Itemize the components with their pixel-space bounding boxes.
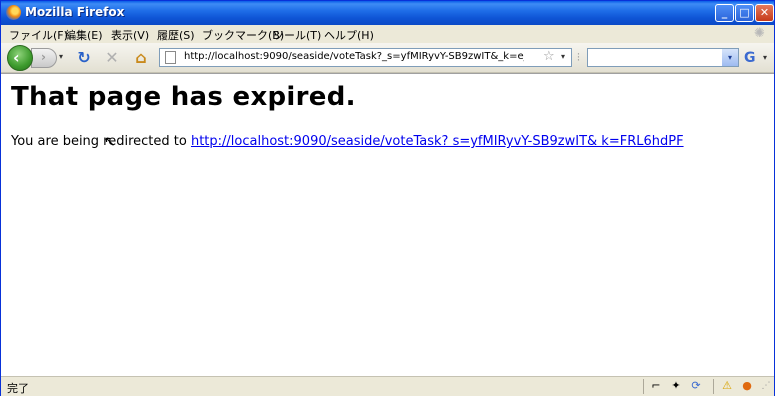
search-engine-dropdown-icon[interactable]: ▾ [763, 53, 767, 62]
page-content: That page has expired. You are being red… [1, 73, 774, 376]
warning-icon[interactable]: ⚠ [719, 379, 735, 393]
menu-bar: ファイル(F) 編集(E) 表示(V) 履歴(S) ブックマーク(B) ツール(… [1, 25, 774, 43]
title-bar[interactable]: Mozilla Firefox _ □ ✕ [1, 1, 774, 25]
menu-tools[interactable]: ツール(T) [273, 27, 321, 43]
page-icon [165, 51, 176, 64]
menu-history[interactable]: 履歴(S) [157, 27, 195, 43]
status-divider [643, 379, 644, 394]
google-search-icon[interactable]: G [744, 50, 756, 66]
home-icon[interactable]: ⌂ [131, 48, 151, 68]
firefox-icon [6, 5, 21, 20]
toolbar-splitter[interactable]: ⫶ [577, 51, 580, 65]
menu-view[interactable]: 表示(V) [111, 27, 149, 43]
status-text: 完了 [7, 382, 29, 395]
status-bar: 完了 ⌐ ✦ ⟳ ⚠ ● ⋰ [1, 376, 774, 396]
back-button[interactable]: ‹ [7, 45, 33, 71]
resize-grip-icon[interactable]: ⋰ [758, 379, 774, 393]
puzzle-addon-icon[interactable]: ✦ [668, 379, 684, 393]
url-dropdown-icon[interactable]: ▾ [561, 52, 565, 61]
forward-arrow-icon: › [41, 50, 46, 64]
url-bar[interactable]: http://localhost:9090/seaside/voteTask?_… [159, 48, 572, 67]
reload-icon[interactable]: ↻ [74, 48, 94, 68]
sync-icon[interactable]: ⟳ [688, 379, 704, 393]
stop-icon[interactable]: ✕ [102, 48, 122, 68]
maximize-button[interactable]: □ [735, 4, 754, 22]
search-bar[interactable]: ▾ [587, 48, 739, 67]
menu-edit[interactable]: 編集(E) [65, 27, 103, 43]
menu-help[interactable]: ヘルプ(H) [324, 27, 374, 43]
redirect-link[interactable]: http://localhost:9090/seaside/voteTask? … [191, 134, 684, 149]
page-heading: That page has expired. [11, 82, 356, 112]
bookmark-star-icon[interactable]: ☆ [543, 49, 555, 64]
throbber-icon: ✺ [754, 26, 765, 41]
search-dropdown-icon[interactable]: ▾ [722, 49, 738, 66]
window-title: Mozilla Firefox [25, 5, 125, 19]
history-dropdown-icon[interactable]: ▾ [59, 52, 63, 61]
status-divider [713, 379, 714, 394]
mouse-cursor-icon: ↖ [104, 134, 116, 150]
redirect-prefix: You are being redirected to [11, 134, 191, 149]
firefox-addon-icon[interactable]: ● [739, 379, 755, 393]
forward-button[interactable]: › [31, 48, 57, 68]
browser-window: Mozilla Firefox _ □ ✕ ファイル(F) 編集(E) 表示(V… [0, 0, 775, 396]
minimize-button[interactable]: _ [715, 4, 734, 22]
edit-tool-icon[interactable]: ⌐ [648, 379, 664, 393]
menu-bookmarks[interactable]: ブックマーク(B) [202, 27, 284, 43]
back-arrow-icon: ‹ [13, 48, 20, 67]
url-text[interactable]: http://localhost:9090/seaside/voteTask?_… [184, 51, 524, 62]
close-button[interactable]: ✕ [755, 4, 774, 22]
navigation-toolbar: › ‹ ▾ ↻ ✕ ⌂ http://localhost:9090/seasid… [1, 43, 774, 73]
menu-file[interactable]: ファイル(F) [9, 27, 68, 43]
